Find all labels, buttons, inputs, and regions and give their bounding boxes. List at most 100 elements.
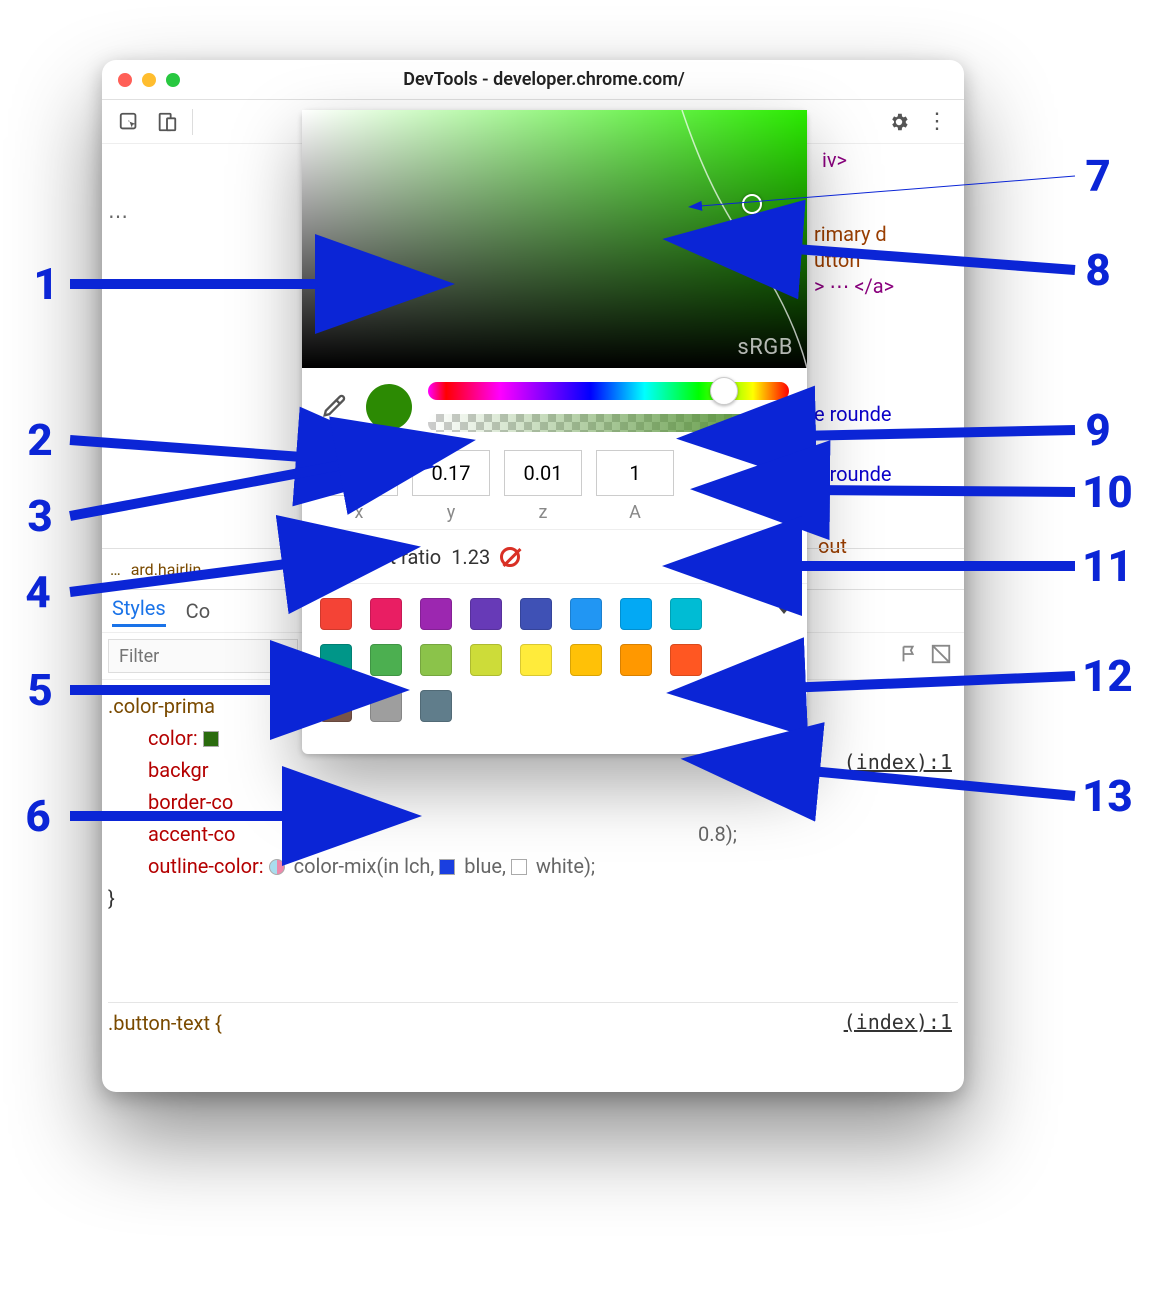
color-palette — [302, 583, 807, 754]
annotation-5: 5 — [24, 664, 56, 716]
value-fragment: white); — [536, 854, 595, 878]
annotation-13: 13 — [1082, 770, 1133, 822]
separator — [192, 109, 193, 135]
hue-slider[interactable] — [428, 382, 789, 400]
colorspace-label: sRGB — [737, 335, 793, 360]
color-picker: sRGB x y z A — [302, 110, 807, 754]
palette-swatch[interactable] — [470, 644, 502, 676]
picker-controls-row — [302, 368, 807, 436]
palette-swatch[interactable] — [420, 598, 452, 630]
code-fragment: > ⋯ </a> — [814, 274, 894, 298]
eyedropper-icon[interactable] — [320, 392, 350, 422]
traffic-lights — [102, 73, 180, 87]
kebab-menu-icon[interactable]: ⋮ — [924, 109, 950, 135]
palette-swatch[interactable] — [370, 690, 402, 722]
value-fragment: blue, — [464, 854, 511, 878]
x-label: x — [355, 502, 364, 523]
selected-color-ring-icon[interactable] — [742, 194, 762, 214]
chevron-down-icon[interactable] — [769, 544, 789, 569]
contrast-fail-icon — [500, 547, 520, 567]
minimize-window-icon[interactable] — [142, 73, 156, 87]
color-swatch-icon[interactable] — [203, 731, 219, 747]
prop-border[interactable]: border-co — [148, 790, 233, 814]
palette-swatch[interactable] — [320, 598, 352, 630]
a-label: A — [629, 502, 641, 523]
sv-color-field[interactable]: sRGB — [302, 110, 807, 368]
device-toolbar-icon[interactable] — [154, 109, 180, 135]
code-fragment: rimary d — [814, 222, 887, 246]
prop-outline[interactable]: outline-color: — [148, 854, 264, 878]
x-input[interactable] — [320, 450, 398, 496]
contrast-value: 1.23 — [451, 545, 490, 569]
annotation-6: 6 — [22, 790, 54, 842]
source-link[interactable]: (index):1 — [844, 750, 952, 774]
palette-swatch[interactable] — [570, 644, 602, 676]
toggle-hov-icon[interactable] — [898, 643, 920, 669]
selector[interactable]: .button-text { — [108, 1011, 222, 1035]
annotation-8: 8 — [1082, 244, 1114, 296]
z-label: z — [539, 502, 548, 523]
tab-computed[interactable]: Co — [186, 599, 210, 623]
palette-set-toggle[interactable] — [779, 598, 789, 614]
palette-swatch[interactable] — [670, 644, 702, 676]
palette-swatch[interactable] — [420, 644, 452, 676]
code-ellipsis: ⋯ — [108, 204, 128, 228]
close-window-icon[interactable] — [118, 73, 132, 87]
color-swatch-icon[interactable] — [511, 859, 527, 875]
annotation-1: 1 — [30, 258, 62, 310]
palette-swatch[interactable] — [620, 598, 652, 630]
code-fragment: e rounde — [814, 462, 892, 486]
palette-swatch[interactable] — [370, 598, 402, 630]
z-input[interactable] — [504, 450, 582, 496]
gear-icon[interactable] — [886, 109, 912, 135]
window-title: DevTools - developer.chrome.com/ — [180, 69, 964, 90]
select-element-icon[interactable] — [116, 109, 142, 135]
code-fragment: utton" — [814, 248, 866, 272]
breadcrumb-item: ard.hairlin — [131, 560, 202, 579]
code-fragment: e rounde — [814, 402, 892, 426]
devtools-window: DevTools - developer.chrome.com/ ⋮ iv> r… — [102, 60, 964, 1092]
prop-backgr[interactable]: backgr — [148, 758, 209, 782]
palette-swatch[interactable] — [620, 644, 652, 676]
palette-swatch[interactable] — [320, 690, 352, 722]
color-preview-icon — [366, 384, 412, 430]
color-model-toggle[interactable] — [757, 454, 789, 492]
color-mix-swatch-icon[interactable] — [269, 859, 285, 875]
srgb-boundary-curve — [302, 110, 807, 368]
annotation-10: 10 — [1082, 466, 1133, 518]
prop-color[interactable]: color: — [148, 726, 198, 750]
hue-thumb[interactable] — [710, 377, 738, 405]
chevron-up-icon — [779, 598, 789, 604]
new-style-rule-icon[interactable] — [930, 643, 952, 669]
annotation-3: 3 — [24, 490, 56, 542]
palette-swatch[interactable] — [570, 598, 602, 630]
palette-swatch[interactable] — [520, 644, 552, 676]
alpha-thumb[interactable] — [761, 409, 789, 437]
palette-swatch[interactable] — [370, 644, 402, 676]
value-fragment: 0.8); — [698, 818, 737, 850]
tab-styles[interactable]: Styles — [112, 596, 166, 627]
palette-swatch[interactable] — [420, 690, 452, 722]
annotation-2: 2 — [24, 414, 56, 466]
prop-accent[interactable]: accent-co — [148, 822, 235, 846]
palette-swatch[interactable] — [470, 598, 502, 630]
code-fragment: iv> — [822, 148, 847, 172]
annotation-7: 7 — [1082, 150, 1114, 202]
zoom-window-icon[interactable] — [166, 73, 180, 87]
contrast-label: Contrast ratio — [320, 545, 441, 569]
breadcrumb-ellipsis: … — [110, 560, 121, 579]
annotation-4: 4 — [22, 566, 54, 618]
color-swatch-icon[interactable] — [439, 859, 455, 875]
palette-swatch[interactable] — [520, 598, 552, 630]
palette-swatch[interactable] — [670, 598, 702, 630]
alpha-slider[interactable] — [428, 414, 789, 432]
a-input[interactable] — [596, 450, 674, 496]
contrast-ratio-row[interactable]: Contrast ratio 1.23 — [302, 529, 807, 583]
selector[interactable]: .color-prima — [108, 694, 215, 718]
annotation-12: 12 — [1082, 650, 1133, 702]
y-input[interactable] — [412, 450, 490, 496]
titlebar: DevTools - developer.chrome.com/ — [102, 60, 964, 100]
y-label: y — [447, 502, 456, 523]
filter-input[interactable] — [108, 639, 298, 673]
palette-swatch[interactable] — [320, 644, 352, 676]
